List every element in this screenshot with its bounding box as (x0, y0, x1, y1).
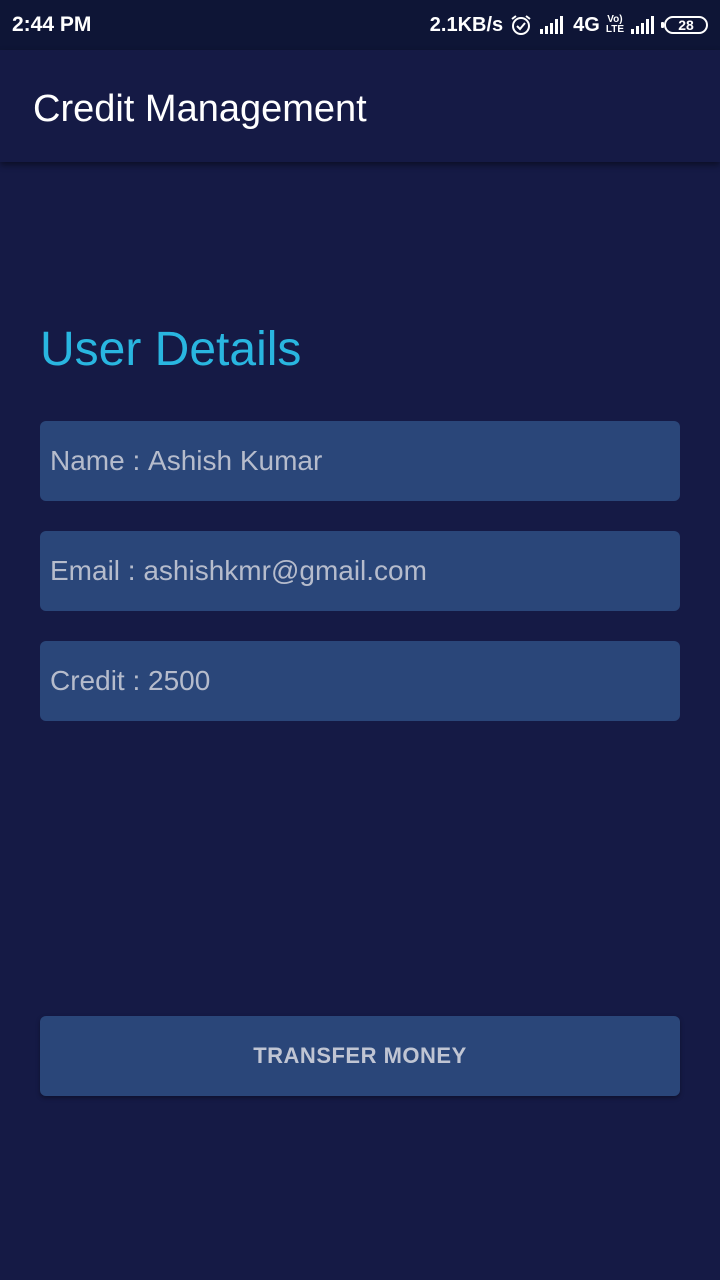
transfer-money-button[interactable]: TRANSFER MONEY (40, 1016, 680, 1096)
email-value: ashishkmr@gmail.com (143, 555, 427, 586)
volte-line2: LTE (605, 24, 624, 35)
user-details-heading: User Details (40, 323, 302, 376)
alarm-icon (509, 13, 533, 37)
app-bar: Credit Management (0, 50, 720, 162)
network-type: 4G (573, 13, 600, 36)
volte-icon: Vo) LTE (606, 15, 624, 35)
credit-label: Credit : (50, 665, 149, 696)
email-label: Email : (50, 555, 144, 586)
credit-field: Credit : 2500 (40, 641, 680, 721)
name-value: Ashish Kumar (148, 445, 323, 476)
name-label: Name : (50, 445, 149, 476)
status-icons: 2.1KB/s 4G Vo) LTE 28 (430, 10, 708, 40)
credit-value: 2500 (148, 665, 211, 696)
battery-icon: 28 (661, 16, 708, 34)
signal-icon-2 (630, 15, 658, 35)
app-title: Credit Management (33, 88, 367, 130)
status-time: 2:44 PM (12, 13, 92, 36)
network-speed: 2.1KB/s (429, 13, 504, 36)
email-field: Email : ashishkmr@gmail.com (40, 531, 680, 611)
name-field: Name : Ashish Kumar (40, 421, 680, 501)
status-bar: 2:44 PM 2.1KB/s 4G Vo) LTE 28 (0, 0, 720, 50)
signal-icon (539, 15, 567, 35)
